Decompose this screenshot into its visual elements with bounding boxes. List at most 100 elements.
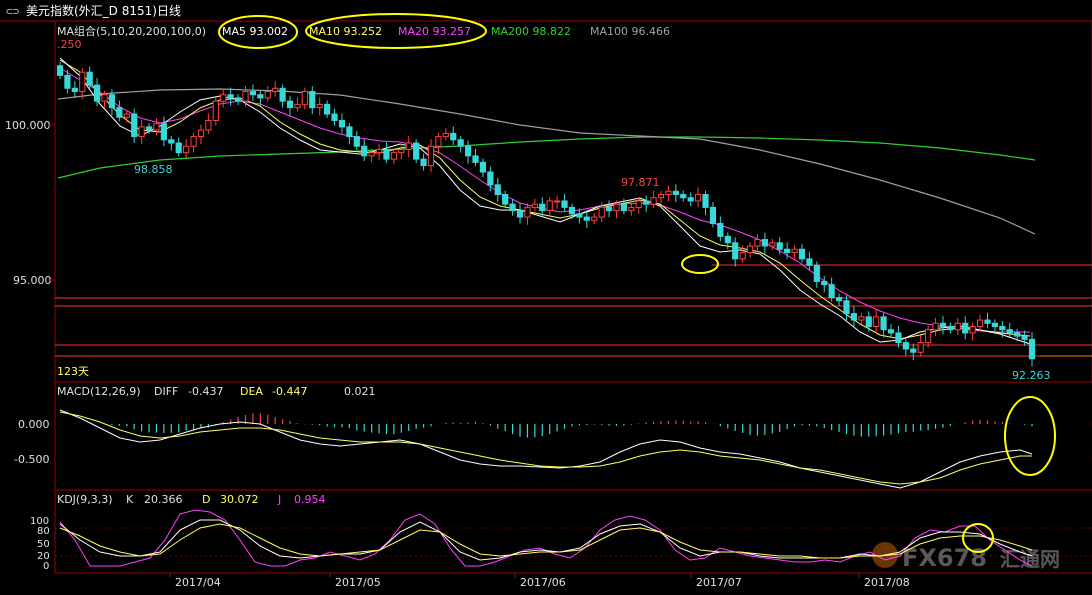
candle-down[interactable] xyxy=(64,74,71,89)
candle-down[interactable] xyxy=(56,65,64,76)
candle-down[interactable] xyxy=(457,139,464,147)
candle-down[interactable] xyxy=(887,329,895,334)
candle-up[interactable] xyxy=(546,200,553,212)
candle-down[interactable] xyxy=(234,97,242,102)
candle-up[interactable] xyxy=(398,148,405,154)
candle-up[interactable] xyxy=(427,145,435,167)
candle-down[interactable] xyxy=(813,264,820,282)
candle-down[interactable] xyxy=(984,319,991,324)
candle-down[interactable] xyxy=(539,203,546,212)
candle-up[interactable] xyxy=(101,94,108,102)
candle-down[interactable] xyxy=(687,197,694,202)
candle-down[interactable] xyxy=(450,132,457,141)
candle-up[interactable] xyxy=(242,91,249,102)
candle-down[interactable] xyxy=(71,87,78,93)
candle-up[interactable] xyxy=(79,71,86,93)
candle-down[interactable] xyxy=(249,91,257,96)
candle-down[interactable] xyxy=(420,158,427,167)
candle-up[interactable] xyxy=(695,194,702,202)
candle-up[interactable] xyxy=(368,152,375,157)
candle-down[interactable] xyxy=(835,297,843,302)
candle-down[interactable] xyxy=(108,94,116,109)
candle-up[interactable] xyxy=(791,248,798,253)
candle-up[interactable] xyxy=(635,200,642,208)
candle-up[interactable] xyxy=(754,239,761,247)
candle-down[interactable] xyxy=(1021,335,1028,340)
candle-up[interactable] xyxy=(591,216,598,221)
candle-down[interactable] xyxy=(509,203,516,212)
candle-down[interactable] xyxy=(175,142,182,154)
candle-down[interactable] xyxy=(93,84,101,102)
candle-down[interactable] xyxy=(672,190,679,196)
candle-down[interactable] xyxy=(502,194,509,205)
candle-down[interactable] xyxy=(487,171,494,186)
candle-up[interactable] xyxy=(205,119,212,131)
candle-down[interactable] xyxy=(939,322,947,327)
candle-down[interactable] xyxy=(962,322,969,334)
candle-down[interactable] xyxy=(761,239,768,247)
candle-down[interactable] xyxy=(568,206,576,215)
candle-down[interactable] xyxy=(605,206,613,212)
candle-up[interactable] xyxy=(272,87,279,93)
candle-down[interactable] xyxy=(806,258,813,266)
candle-down[interactable] xyxy=(116,107,123,118)
candle-up[interactable] xyxy=(316,103,323,109)
candle-up[interactable] xyxy=(375,148,383,154)
candle-down[interactable] xyxy=(1028,338,1036,360)
candle-up[interactable] xyxy=(932,322,939,331)
candle-down[interactable] xyxy=(1014,332,1021,337)
candle-down[interactable] xyxy=(991,322,999,327)
candle-up[interactable] xyxy=(925,329,932,344)
candle-down[interactable] xyxy=(286,100,294,109)
candle-down[interactable] xyxy=(168,139,175,144)
candle-up[interactable] xyxy=(197,129,205,138)
candle-down[interactable] xyxy=(516,210,524,218)
candle-down[interactable] xyxy=(776,242,783,250)
candle-up[interactable] xyxy=(917,342,924,353)
candle-down[interactable] xyxy=(895,332,902,344)
candle-up[interactable] xyxy=(183,145,190,154)
candle-up[interactable] xyxy=(442,132,449,138)
candle-up[interactable] xyxy=(873,316,880,327)
candle-down[interactable] xyxy=(160,123,167,141)
candle-up[interactable] xyxy=(123,113,130,118)
candle-down[interactable] xyxy=(131,113,138,138)
candle-down[interactable] xyxy=(865,316,872,327)
candle-up[interactable] xyxy=(294,103,301,109)
candle-up[interactable] xyxy=(264,91,271,99)
candle-down[interactable] xyxy=(383,148,390,160)
window-toggle-icon[interactable]: ⊂⊃ xyxy=(6,5,20,18)
candle-down[interactable] xyxy=(145,126,153,131)
candle-up[interactable] xyxy=(613,203,620,212)
candle-down[interactable] xyxy=(464,145,472,157)
candle-down[interactable] xyxy=(828,284,835,299)
candle-up[interactable] xyxy=(969,325,976,334)
candle-down[interactable] xyxy=(850,313,858,321)
candle-up[interactable] xyxy=(554,200,561,203)
candle-up[interactable] xyxy=(858,316,865,321)
candle-down[interactable] xyxy=(346,126,353,138)
candle-up[interactable] xyxy=(650,197,657,205)
candle-up[interactable] xyxy=(212,100,219,121)
candle-down[interactable] xyxy=(798,248,806,260)
candle-down[interactable] xyxy=(724,235,731,244)
candle-up[interactable] xyxy=(220,94,227,102)
candle-down[interactable] xyxy=(821,280,828,286)
candle-up[interactable] xyxy=(598,206,605,218)
candle-up[interactable] xyxy=(665,190,672,196)
candle-up[interactable] xyxy=(138,126,145,138)
candle-down[interactable] xyxy=(309,91,316,109)
candle-down[interactable] xyxy=(479,161,487,173)
candle-up[interactable] xyxy=(301,91,308,105)
candle-up[interactable] xyxy=(739,251,746,260)
candle-down[interactable] xyxy=(643,200,650,205)
candle-down[interactable] xyxy=(947,325,954,331)
candle-down[interactable] xyxy=(843,300,850,315)
candle-down[interactable] xyxy=(732,242,739,260)
candle-up[interactable] xyxy=(746,245,754,253)
candle-down[interactable] xyxy=(561,200,568,208)
candle-down[interactable] xyxy=(494,184,501,196)
candle-down[interactable] xyxy=(227,94,234,99)
candle-down[interactable] xyxy=(880,316,887,331)
candle-down[interactable] xyxy=(361,145,368,157)
